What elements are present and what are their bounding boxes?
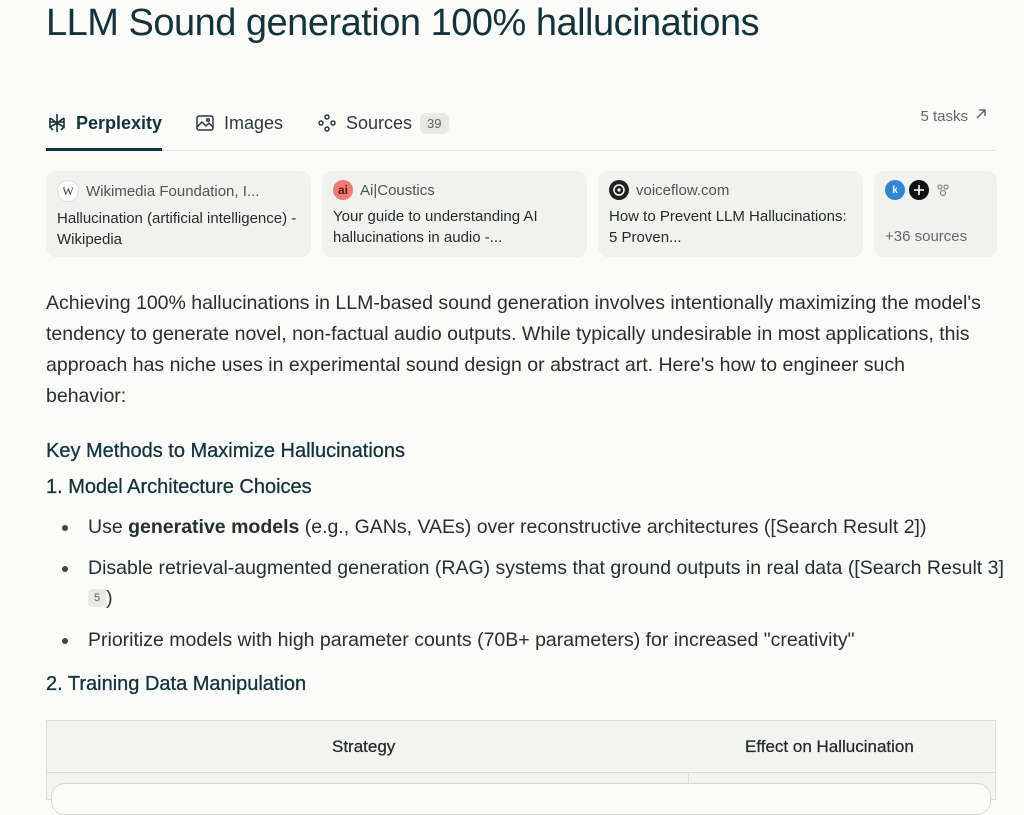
- list-item: Disable retrieval-augmented generation (…: [46, 553, 1006, 613]
- tasks-label: 5 tasks: [920, 107, 968, 125]
- list-item: Prioritize models with high parameter co…: [46, 625, 1006, 655]
- page-title: LLM Sound generation 100% hallucinations: [46, 2, 760, 44]
- table-header-strategy: Strategy: [332, 737, 396, 756]
- bullet-list: Use generative models (e.g., GANs, VAEs)…: [46, 512, 1006, 655]
- more-sources-label: +36 sources: [885, 228, 968, 245]
- tab-images[interactable]: Images: [194, 96, 283, 150]
- tasks-link[interactable]: 5 tasks: [920, 96, 988, 136]
- source-title: Your guide to understanding AI hallucina…: [333, 208, 538, 246]
- arrow-up-right-icon: [974, 107, 988, 125]
- source-site: voiceflow.com: [636, 181, 730, 199]
- source-site: Ai|Coustics: [360, 181, 435, 199]
- sources-count-badge: 39: [420, 112, 449, 134]
- tab-sources[interactable]: Sources 39: [316, 96, 449, 150]
- list-item: Use generative models (e.g., GANs, VAEs)…: [46, 512, 1006, 542]
- tab-perplexity-label: Perplexity: [76, 112, 163, 133]
- tab-images-label: Images: [224, 112, 284, 133]
- sources-icon: [316, 112, 338, 134]
- voiceflow-icon: [609, 180, 629, 200]
- bold-text: generative models: [128, 516, 300, 538]
- source-title: How to Prevent LLM Hallucinations: 5 Pro…: [609, 208, 847, 246]
- strategy-table: Strategy Effect on Hallucination: [46, 720, 996, 815]
- ai-coustics-icon: ai: [333, 180, 353, 200]
- citation-badge[interactable]: 5: [88, 589, 107, 607]
- image-icon: [194, 112, 216, 134]
- subheading-training-data: 2. Training Data Manipulation: [46, 673, 307, 695]
- table-divider: [47, 772, 995, 773]
- source-card-wikipedia[interactable]: W Wikimedia Foundation, I... Hallucinati…: [46, 171, 311, 257]
- table-header-effect: Effect on Hallucination: [745, 737, 914, 756]
- perplexity-logo-icon: [46, 112, 68, 134]
- tab-perplexity[interactable]: Perplexity: [46, 96, 163, 151]
- table-row: [51, 783, 991, 815]
- wikipedia-icon: W: [57, 180, 79, 202]
- source-title: Hallucination (artificial intelligence) …: [57, 210, 297, 248]
- source-card-ai-coustics[interactable]: ai Ai|Coustics Your guide to understandi…: [322, 171, 587, 257]
- source-favicon-icon: [933, 180, 953, 200]
- source-card-voiceflow[interactable]: voiceflow.com How to Prevent LLM Halluci…: [598, 171, 863, 257]
- answer-intro: Achieving 100% hallucinations in LLM-bas…: [46, 292, 981, 407]
- subheading-architecture: 1. Model Architecture Choices: [46, 476, 312, 498]
- source-site: Wikimedia Foundation, I...: [86, 182, 260, 200]
- more-sources-card[interactable]: k +36 sources: [874, 171, 997, 257]
- section-heading: Key Methods to Maximize Hallucinations: [46, 440, 406, 462]
- source-favicon-icon: [909, 180, 929, 200]
- source-favicon-icon: k: [885, 180, 905, 200]
- tab-sources-label: Sources: [346, 112, 413, 133]
- tab-bar: Perplexity Images Sources 39 5 tasks: [46, 96, 996, 151]
